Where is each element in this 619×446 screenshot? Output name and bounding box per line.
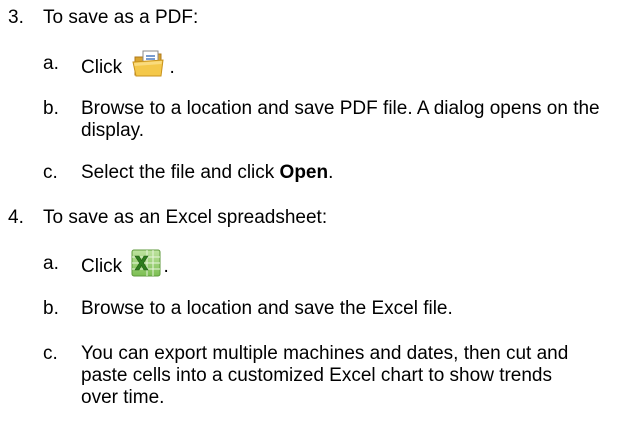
substep-text: Browse to a location and save the Excel … bbox=[81, 298, 453, 319]
open-folder-document-icon[interactable] bbox=[131, 49, 167, 79]
step-heading: To save as a PDF: bbox=[43, 7, 199, 28]
substep-letter: c. bbox=[43, 343, 58, 364]
substep-text: Select the file and click Open. bbox=[81, 162, 616, 184]
substep-text-before: Select the file and click bbox=[81, 162, 280, 183]
open-label: Open bbox=[279, 162, 329, 183]
substep-letter: b. bbox=[43, 298, 59, 319]
substep-letter: a. bbox=[43, 53, 59, 74]
substep-letter: b. bbox=[43, 98, 59, 119]
substep-letter: a. bbox=[43, 253, 59, 274]
substep-text: Click . bbox=[81, 249, 616, 281]
step-heading: To save as an Excel spreadsheet: bbox=[43, 207, 328, 228]
step-number: 4. bbox=[8, 207, 24, 228]
step-number: 3. bbox=[8, 7, 24, 28]
substep-text: You can export multiple machines and dat… bbox=[81, 343, 569, 408]
substep-text: Browse to a location and save PDF file. … bbox=[81, 98, 600, 141]
substep-label: Click bbox=[81, 57, 123, 79]
substep-letter: c. bbox=[43, 162, 58, 183]
excel-spreadsheet-icon[interactable] bbox=[131, 249, 161, 277]
substep-label: Click bbox=[81, 256, 123, 278]
substep-text-after: . bbox=[328, 162, 334, 183]
substep-text: Click . bbox=[81, 50, 616, 83]
substep-suffix: . bbox=[163, 256, 169, 278]
substep-suffix: . bbox=[169, 57, 175, 79]
